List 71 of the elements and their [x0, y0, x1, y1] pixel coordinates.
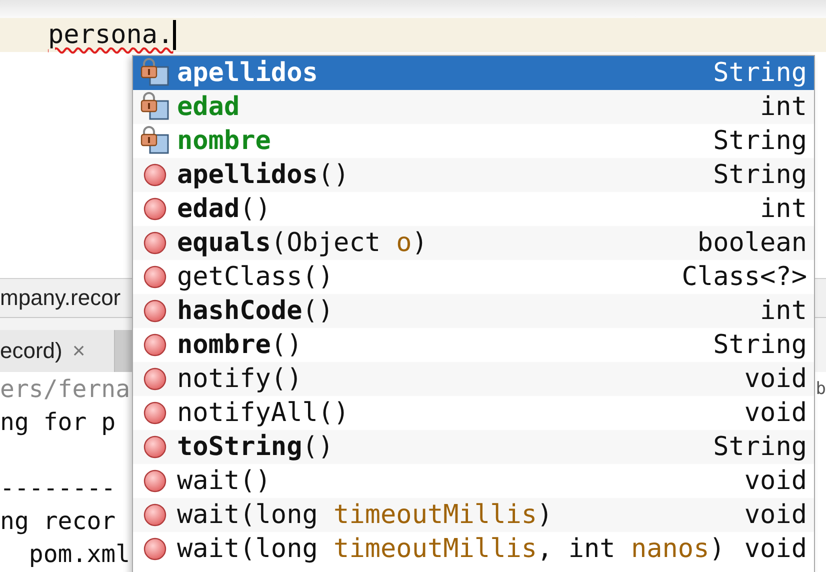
output-line: ng for p	[0, 408, 116, 436]
member-signature: nombre	[177, 126, 271, 156]
method-icon	[143, 265, 167, 289]
completion-item[interactable]: wait(long timeoutMillis, int nanos) void	[133, 532, 814, 566]
method-icon	[143, 197, 167, 221]
method-icon	[143, 367, 167, 391]
completion-item[interactable]: wait() void	[133, 464, 814, 498]
return-type: Class<?>	[682, 262, 807, 292]
completion-item[interactable]: nombre() String	[133, 328, 814, 362]
close-icon[interactable]: ×	[72, 338, 86, 364]
completion-item[interactable]: notify() void	[133, 362, 814, 396]
completion-item[interactable]: apellidos String	[133, 56, 814, 90]
return-type: int	[760, 296, 807, 326]
member-signature: notify()	[177, 364, 302, 394]
member-signature: edad	[177, 92, 240, 122]
member-signature: getClass()	[177, 262, 334, 292]
return-type: void	[744, 534, 807, 564]
return-type: void	[744, 500, 807, 530]
completion-item[interactable]: hashCode() int	[133, 294, 814, 328]
member-signature: equals(Object o)	[177, 228, 428, 258]
member-signature: apellidos()	[177, 160, 350, 190]
completion-item[interactable]: toString() String	[133, 430, 814, 464]
text-cursor	[173, 20, 176, 50]
locked-field-icon	[140, 126, 170, 156]
member-signature: wait(long timeoutMillis, int nanos)	[177, 534, 725, 564]
method-icon	[143, 299, 167, 323]
method-icon	[143, 503, 167, 527]
output-line: ers/ferna	[0, 374, 130, 402]
method-icon	[143, 401, 167, 425]
member-signature: wait(long timeoutMillis)	[177, 500, 553, 530]
return-type: String	[713, 126, 807, 156]
method-icon	[143, 231, 167, 255]
output-line: --------	[0, 474, 116, 502]
output-line: ng recor	[0, 506, 116, 534]
output-tab[interactable]: ecord) ×	[0, 330, 115, 372]
member-signature: hashCode()	[177, 296, 334, 326]
completion-item[interactable]: apellidos() String	[133, 158, 814, 192]
return-type: int	[760, 92, 807, 122]
completion-item[interactable]: getClass() Class<?>	[133, 260, 814, 294]
member-signature: toString()	[177, 432, 334, 462]
method-icon	[143, 469, 167, 493]
return-type: String	[713, 58, 807, 88]
completion-item[interactable]: edad() int	[133, 192, 814, 226]
member-signature: wait()	[177, 466, 271, 496]
return-type: String	[713, 160, 807, 190]
completion-item[interactable]: nombre String	[133, 124, 814, 158]
return-type: boolean	[697, 228, 807, 258]
member-signature: nombre()	[177, 330, 302, 360]
locked-field-icon	[140, 58, 170, 88]
locked-field-icon	[140, 92, 170, 122]
project-tab-label[interactable]: mpany.recor	[0, 285, 121, 311]
method-icon	[143, 333, 167, 357]
method-icon	[143, 435, 167, 459]
method-icon	[143, 163, 167, 187]
code-text: persona.	[48, 20, 174, 50]
return-type: String	[713, 330, 807, 360]
method-icon	[143, 537, 167, 561]
output-text: b	[816, 378, 826, 398]
completion-item[interactable]: equals(Object o) boolean	[133, 226, 814, 260]
member-signature: apellidos	[177, 58, 318, 88]
return-type: void	[744, 364, 807, 394]
return-type: String	[713, 432, 807, 462]
return-type: void	[744, 398, 807, 428]
completion-item[interactable]: wait(long timeoutMillis) void	[133, 498, 814, 532]
completion-item[interactable]: edad int	[133, 90, 814, 124]
return-type: void	[744, 466, 807, 496]
member-signature: edad()	[177, 194, 271, 224]
output-line: pom.xml	[28, 540, 130, 568]
return-type: int	[760, 194, 807, 224]
completion-item[interactable]: notifyAll() void	[133, 396, 814, 430]
member-signature: notifyAll()	[177, 398, 350, 428]
